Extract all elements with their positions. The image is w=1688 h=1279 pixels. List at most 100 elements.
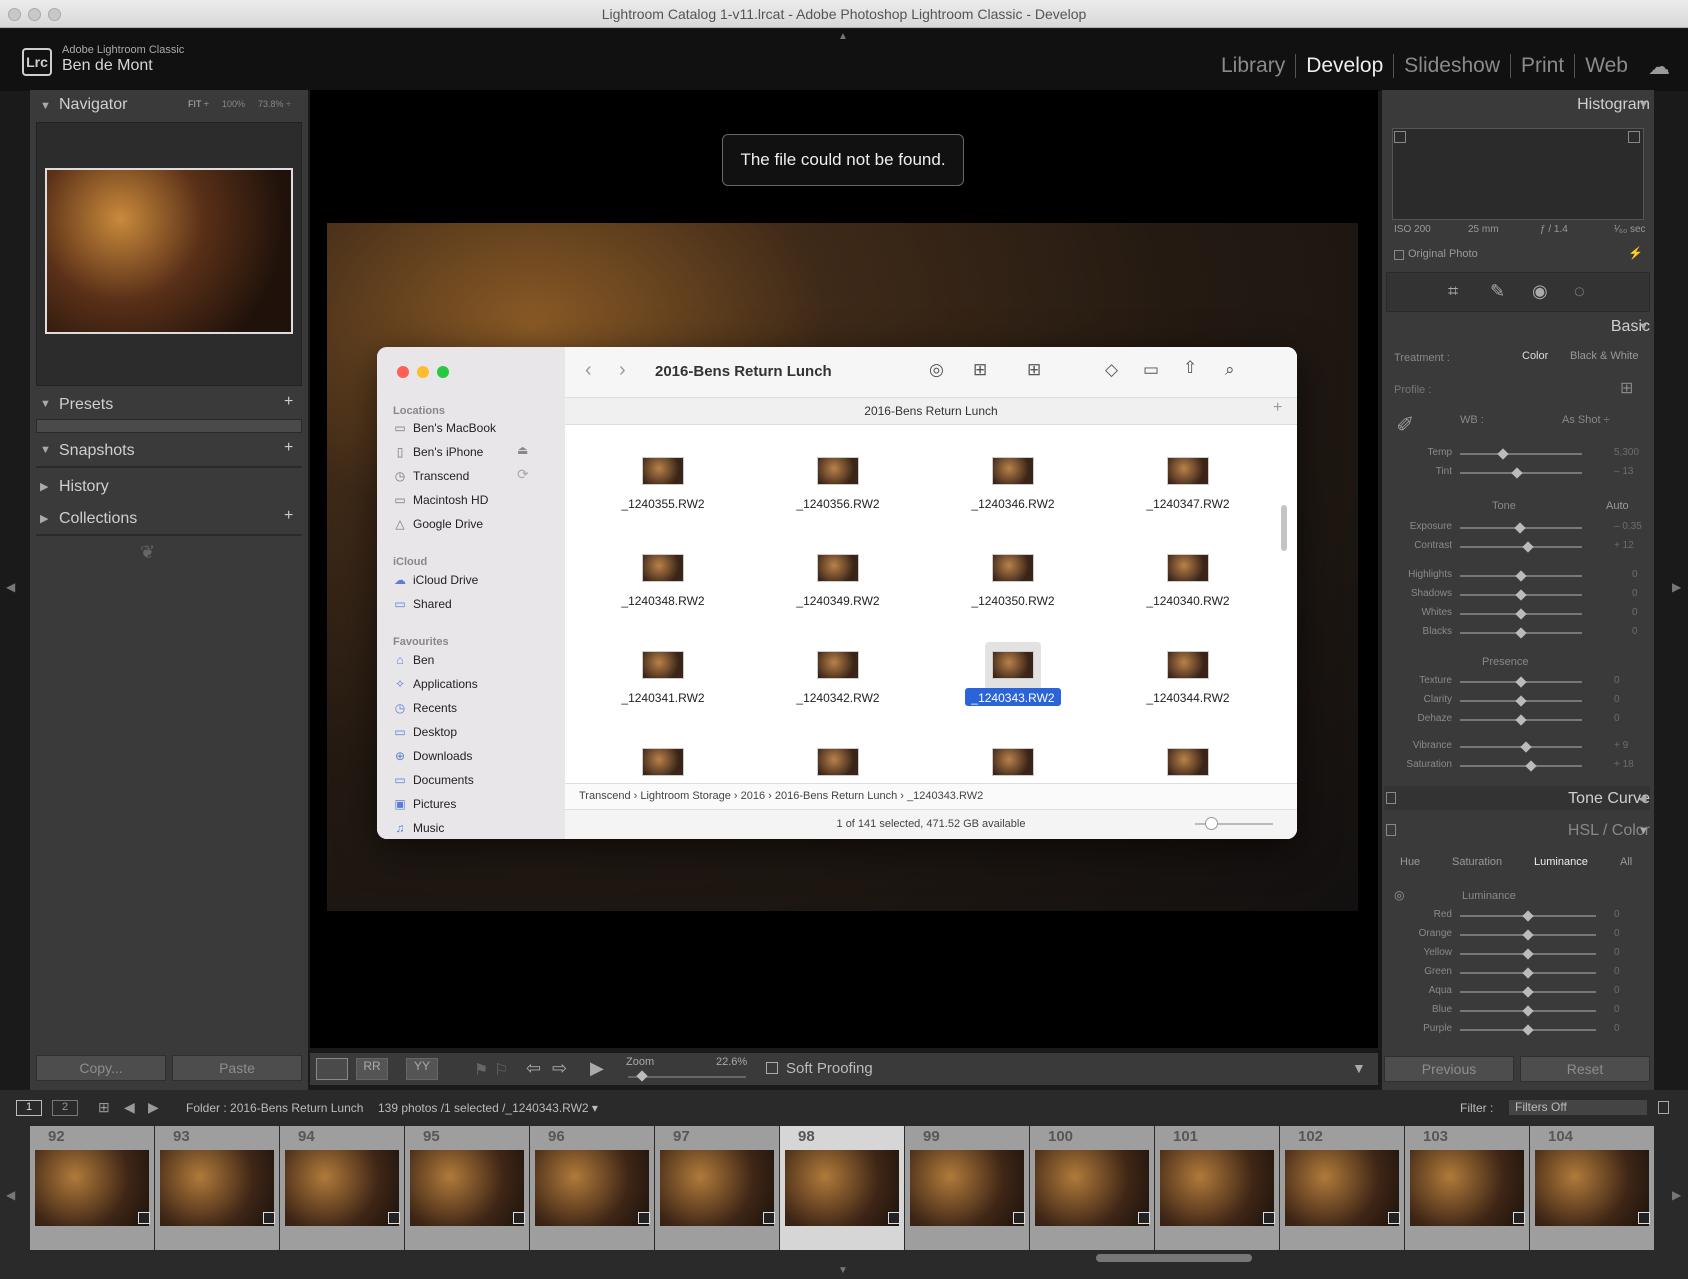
presets-title[interactable]: Presets xyxy=(59,396,113,414)
history-title[interactable]: History xyxy=(59,478,109,496)
file-name-selected[interactable]: _1240343.RW2 xyxy=(943,691,1083,705)
filter-lock-icon[interactable] xyxy=(1658,1101,1669,1114)
add-collection-icon[interactable]: + xyxy=(284,507,293,525)
sidebar-item-downloads[interactable]: ⊕ Downloads xyxy=(393,749,472,763)
expand-triangle-icon[interactable]: ▶ xyxy=(40,512,48,525)
left-panel-toggle-icon[interactable]: ◀ xyxy=(6,580,15,594)
copy-button[interactable]: Copy... xyxy=(36,1055,166,1081)
module-print[interactable]: Print xyxy=(1511,54,1576,78)
paste-button[interactable]: Paste xyxy=(172,1055,302,1081)
toolbar-menu-icon[interactable]: ▼ xyxy=(1352,1060,1366,1076)
module-develop[interactable]: Develop xyxy=(1296,54,1395,78)
file-name[interactable]: _1240350.RW2 xyxy=(943,594,1083,608)
nav-zoom[interactable]: 73.8% ÷ xyxy=(258,99,291,109)
before-after-tb-icon[interactable]: YY xyxy=(406,1058,438,1080)
filmstrip-thumbnail[interactable] xyxy=(660,1150,774,1226)
profile-browser-icon[interactable]: ⊞ xyxy=(1620,378,1633,398)
sidebar-item-recents[interactable]: ◷ Recents xyxy=(393,701,457,715)
slider-value[interactable]: 0 xyxy=(1614,966,1620,977)
hsl-tab-luminance[interactable]: Luminance xyxy=(1534,856,1588,868)
collapse-triangle-icon[interactable]: ▼ xyxy=(1638,825,1649,837)
hsl-tab-hue[interactable]: Hue xyxy=(1400,856,1420,868)
sidebar-item-google-drive[interactable]: △ Google Drive xyxy=(393,517,483,531)
filmstrip-thumbnail[interactable] xyxy=(1285,1150,1399,1226)
flag-reject-icon[interactable]: ⚐ xyxy=(494,1060,508,1080)
sidebar-item-shared[interactable]: ▭ Shared xyxy=(393,597,451,611)
grid-view-icon[interactable]: ⊞ xyxy=(973,360,987,380)
filmstrip-thumbnail[interactable] xyxy=(910,1150,1024,1226)
cloud-icon[interactable]: ☁ xyxy=(1648,54,1670,80)
hsl-tab-saturation[interactable]: Saturation xyxy=(1452,856,1502,868)
original-photo-checkbox[interactable] xyxy=(1394,250,1404,260)
group-icon[interactable]: ⊞ xyxy=(1027,360,1041,380)
file-thumbnail[interactable] xyxy=(992,457,1034,485)
filmstrip-thumbnail[interactable] xyxy=(410,1150,524,1226)
slider-value[interactable]: 0 xyxy=(1614,1004,1620,1015)
filmstrip-thumbnail[interactable] xyxy=(160,1150,274,1226)
auto-tone-button[interactable]: Auto xyxy=(1606,500,1629,512)
eject-icon[interactable]: ⏏ xyxy=(517,443,528,457)
finder-scrollbar[interactable] xyxy=(1281,505,1287,551)
next-arrow-icon[interactable]: ⇨ xyxy=(552,1058,567,1079)
slider-value[interactable]: 0 xyxy=(1614,675,1620,686)
search-icon[interactable]: ⌕ xyxy=(1225,360,1235,380)
filmstrip-thumbnail[interactable] xyxy=(1160,1150,1274,1226)
file-thumbnail[interactable] xyxy=(642,748,684,776)
file-name[interactable]: _1240348.RW2 xyxy=(593,594,733,608)
file-name[interactable]: _1240346.RW2 xyxy=(943,497,1083,511)
sidebar-item-applications[interactable]: ✧ Applications xyxy=(393,677,478,691)
filmstrip-thumbnail[interactable] xyxy=(535,1150,649,1226)
file-name[interactable]: _1240342.RW2 xyxy=(768,691,908,705)
play-slideshow-icon[interactable]: ▶ xyxy=(590,1058,604,1079)
forward-arrow-icon[interactable]: ▶ xyxy=(148,1099,159,1116)
expand-triangle-icon[interactable]: ▶ xyxy=(40,480,48,493)
file-name[interactable]: _1240341.RW2 xyxy=(593,691,733,705)
collapse-triangle-icon[interactable]: ▼ xyxy=(1638,321,1649,333)
file-name[interactable]: _1240344.RW2 xyxy=(1118,691,1258,705)
hsl-toggle[interactable] xyxy=(1386,824,1396,836)
filmstrip-thumbnail[interactable] xyxy=(285,1150,399,1226)
filmstrip-left-arrow-icon[interactable]: ◀ xyxy=(6,1188,15,1202)
back-icon[interactable]: ‹ xyxy=(585,359,592,382)
red-eye-icon[interactable]: ◉ xyxy=(1532,281,1548,302)
filmstrip-thumbnail[interactable] xyxy=(1410,1150,1524,1226)
file-thumbnail[interactable] xyxy=(642,651,684,679)
filmstrip-thumbnail[interactable] xyxy=(1535,1150,1649,1226)
soft-proofing-checkbox[interactable] xyxy=(766,1062,778,1074)
previous-button[interactable]: Previous xyxy=(1384,1056,1514,1082)
target-adjust-icon[interactable]: ◎ xyxy=(1394,888,1404,902)
finder-close-button[interactable] xyxy=(397,366,409,378)
slider-value[interactable]: 0 xyxy=(1614,985,1620,996)
file-thumbnail[interactable] xyxy=(992,748,1034,776)
slider-value[interactable]: – 0.35 xyxy=(1614,521,1642,532)
photo-count[interactable]: 139 photos /1 selected /_1240343.RW2 ▾ xyxy=(378,1101,598,1115)
back-arrow-icon[interactable]: ◀ xyxy=(124,1099,135,1116)
shadow-clipping-icon[interactable] xyxy=(1394,131,1406,143)
presets-filter[interactable] xyxy=(36,419,302,433)
forward-icon[interactable]: › xyxy=(619,359,626,382)
file-name[interactable]: _1240356.RW2 xyxy=(768,497,908,511)
navigator-thumbnail[interactable] xyxy=(45,168,293,334)
file-name[interactable]: _1240355.RW2 xyxy=(593,497,733,511)
expand-triangle-icon[interactable]: ◀ xyxy=(1638,792,1646,805)
filmstrip-thumbnail[interactable] xyxy=(785,1150,899,1226)
filter-select[interactable]: Filters Off xyxy=(1508,1099,1648,1116)
breadcrumb-2016[interactable]: 2016 xyxy=(741,790,765,802)
breadcrumb-file[interactable]: _1240343.RW2 xyxy=(907,790,983,802)
file-thumbnail[interactable] xyxy=(1167,748,1209,776)
sidebar-item-ben[interactable]: ⌂ Ben xyxy=(393,653,434,667)
share-icon[interactable]: ⇧ xyxy=(1183,358,1197,378)
snapshots-title[interactable]: Snapshots xyxy=(59,442,135,460)
folder-source[interactable]: Folder : 2016-Bens Return Lunch xyxy=(186,1101,363,1115)
treatment-bw[interactable]: Black & White xyxy=(1570,350,1638,362)
file-thumbnail[interactable] xyxy=(817,748,859,776)
loupe-view-icon[interactable] xyxy=(316,1058,348,1080)
file-name[interactable]: _1240349.RW2 xyxy=(768,594,908,608)
sidebar-item-macbook[interactable]: ▭ Ben's MacBook xyxy=(393,421,496,435)
file-thumbnail[interactable] xyxy=(642,457,684,485)
file-name[interactable]: _1240340.RW2 xyxy=(1118,594,1258,608)
slider-value[interactable]: 0 xyxy=(1632,588,1638,599)
sidebar-item-icloud-drive[interactable]: ☁ iCloud Drive xyxy=(393,573,478,587)
sidebar-item-pictures[interactable]: ▣ Pictures xyxy=(393,797,456,811)
sidebar-item-desktop[interactable]: ▭ Desktop xyxy=(393,725,457,739)
